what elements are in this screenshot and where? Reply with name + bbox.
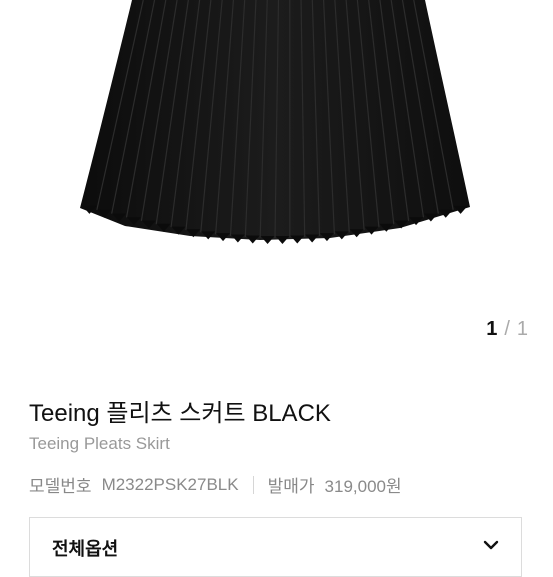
model-number-value: M2322PSK27BLK (102, 475, 239, 495)
hem-point (275, 236, 289, 244)
chevron-down-icon (483, 538, 499, 556)
image-pager: 1 / 1 (486, 318, 529, 341)
product-image[interactable] (0, 0, 553, 300)
release-price-label: 발매가 (268, 472, 315, 497)
product-subtitle: Teeing Pleats Skirt (29, 434, 170, 454)
pager-current: 1 (486, 318, 498, 340)
hem-point (290, 235, 304, 243)
model-number-label: 모델번호 (29, 472, 92, 497)
pleated-skirt-image (0, 0, 553, 300)
all-options-label: 전체옵션 (52, 535, 118, 561)
pager-separator: / (504, 318, 511, 340)
hem-point (261, 236, 275, 244)
release-price-value: 319,000원 (325, 472, 402, 497)
all-options-dropdown[interactable]: 전체옵션 (29, 517, 522, 577)
meta-divider (253, 476, 254, 494)
product-meta: 모델번호 M2322PSK27BLK 발매가 319,000원 (29, 472, 402, 497)
product-title: Teeing 플리츠 스커트 BLACK (29, 393, 331, 428)
pager-total: 1 (517, 318, 529, 340)
